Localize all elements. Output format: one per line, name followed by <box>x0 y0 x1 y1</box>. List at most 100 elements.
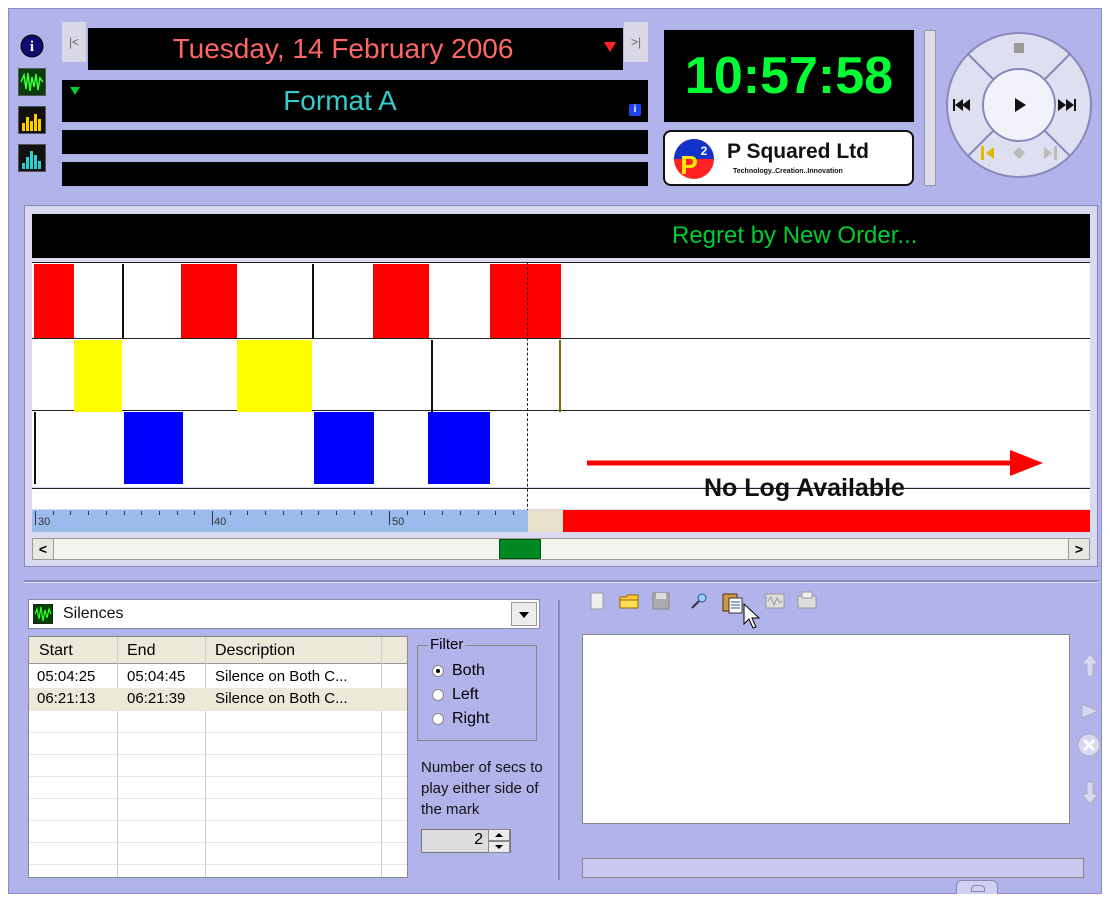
filter-title: Filter <box>428 636 466 653</box>
timeline-scrollbar[interactable] <box>32 538 1090 560</box>
ruler-tick <box>105 511 107 515</box>
format-info-icon[interactable]: i <box>629 104 641 116</box>
empty-table-row <box>29 798 407 799</box>
yellow-segment[interactable] <box>237 340 312 412</box>
ruler-tick <box>212 511 213 525</box>
scroll-thumb[interactable] <box>499 539 541 559</box>
ruler-tick <box>194 511 196 515</box>
info-icon[interactable]: i <box>18 32 46 60</box>
blue-segment[interactable] <box>124 412 183 484</box>
transport-control[interactable] <box>944 30 1094 180</box>
new-document-icon[interactable] <box>586 590 608 612</box>
playhead-line <box>527 262 528 532</box>
filter-option-both[interactable]: Both <box>432 662 485 680</box>
row-end: 06:21:39 <box>127 690 186 707</box>
svg-text:P: P <box>680 150 697 180</box>
column-header-start[interactable]: Start <box>39 642 73 660</box>
ruler-tick <box>35 511 36 525</box>
search-icon[interactable] <box>688 590 710 612</box>
play-small-icon[interactable] <box>1080 702 1100 725</box>
blue-segment[interactable] <box>428 412 490 484</box>
row-start: 06:21:13 <box>37 690 96 707</box>
ruler-tick <box>406 511 408 515</box>
pane-divider <box>558 600 560 880</box>
table-row[interactable]: 06:21:13 06:21:39 Silence on Both C... <box>29 688 407 711</box>
ruler-tick <box>52 511 54 515</box>
ruler-tick <box>265 511 267 515</box>
date-label: Tuesday, 14 February 2006 <box>172 33 514 64</box>
red-segment[interactable] <box>490 264 561 338</box>
previous-day-button[interactable]: |< <box>62 22 86 62</box>
silences-table: Start End Description 05:04:25 05:04:45 … <box>28 636 408 878</box>
time-ruler-gap <box>528 510 563 532</box>
clock-display: 10:57:58 <box>684 47 894 105</box>
date-dropdown-icon[interactable] <box>604 42 616 52</box>
ruler-tick <box>229 511 231 515</box>
logo-tagline: Technology..Creation..Innovation <box>733 168 843 175</box>
mouse-cursor-icon <box>742 602 764 629</box>
spin-down-icon[interactable] <box>488 841 510 853</box>
empty-table-row <box>29 776 407 777</box>
red-segment[interactable] <box>181 264 237 338</box>
red-segment[interactable] <box>373 264 429 338</box>
ruler-tick <box>495 511 497 515</box>
export-icon[interactable] <box>796 590 818 612</box>
ruler-tick <box>141 511 143 515</box>
yellow-segment[interactable] <box>74 340 122 412</box>
scroll-right-button[interactable]: > <box>1068 538 1090 560</box>
logo-mark-icon: P 2 <box>674 139 714 180</box>
radio-icon[interactable] <box>432 712 444 725</box>
radio-icon[interactable] <box>432 688 444 701</box>
timeline-lane-yellow <box>32 338 1090 413</box>
spectrum-icon[interactable] <box>18 144 46 172</box>
blue-segment[interactable] <box>314 412 374 484</box>
level-meter-icon[interactable] <box>18 106 46 134</box>
move-up-icon[interactable] <box>1080 652 1100 683</box>
secs-value: 2 <box>474 831 483 848</box>
no-log-label: No Log Available <box>704 474 905 502</box>
ruler-tick <box>88 511 90 515</box>
ruler-tick <box>123 511 125 515</box>
info-bar-1 <box>62 130 648 154</box>
ruler-tick <box>158 511 160 515</box>
waveform-icon[interactable] <box>18 68 46 96</box>
dropdown-arrow-icon[interactable] <box>511 602 537 626</box>
filter-option-right[interactable]: Right <box>432 710 489 728</box>
header-scrollbar[interactable] <box>924 30 936 186</box>
segment-divider <box>559 340 561 412</box>
column-header-end[interactable]: End <box>127 642 155 660</box>
paste-icon[interactable] <box>720 590 743 614</box>
table-row[interactable]: 05:04:25 05:04:45 Silence on Both C... <box>29 666 407 689</box>
radio-icon[interactable] <box>432 664 444 677</box>
ruler-tick <box>389 511 390 525</box>
segment-divider <box>122 264 124 338</box>
row-description: Silence on Both C... <box>215 690 348 707</box>
ruler-tick <box>300 511 302 515</box>
ruler-tick <box>335 511 337 515</box>
ruler-label: 50 <box>392 516 405 528</box>
notes-textarea[interactable] <box>582 634 1070 824</box>
red-segment[interactable] <box>34 264 74 338</box>
ruler-tick <box>512 511 514 515</box>
stop-icon[interactable] <box>1014 43 1024 53</box>
ruler-label: 40 <box>214 516 227 528</box>
waveform-edit-icon[interactable] <box>764 590 786 612</box>
move-down-icon[interactable] <box>1080 780 1100 811</box>
collapse-panel-button[interactable] <box>956 880 998 894</box>
segment-divider <box>431 340 433 412</box>
delete-icon[interactable] <box>1076 732 1102 763</box>
ruler-tick <box>459 511 461 515</box>
next-day-button[interactable]: >| <box>624 22 648 62</box>
scroll-left-button[interactable]: < <box>32 538 54 560</box>
spin-up-icon[interactable] <box>488 829 510 841</box>
row-description: Silence on Both C... <box>215 668 348 685</box>
now-playing-bar <box>32 214 1090 258</box>
svg-text:i: i <box>30 39 34 55</box>
logo-company-name: P Squared Ltd <box>727 140 869 163</box>
save-icon[interactable] <box>650 590 672 612</box>
filter-option-left[interactable]: Left <box>432 686 479 704</box>
format-label: Format A <box>283 85 397 116</box>
open-folder-icon[interactable] <box>618 590 640 612</box>
company-logo: P 2 P Squared Ltd Technology..Creation..… <box>663 130 914 186</box>
column-header-description[interactable]: Description <box>215 642 295 660</box>
